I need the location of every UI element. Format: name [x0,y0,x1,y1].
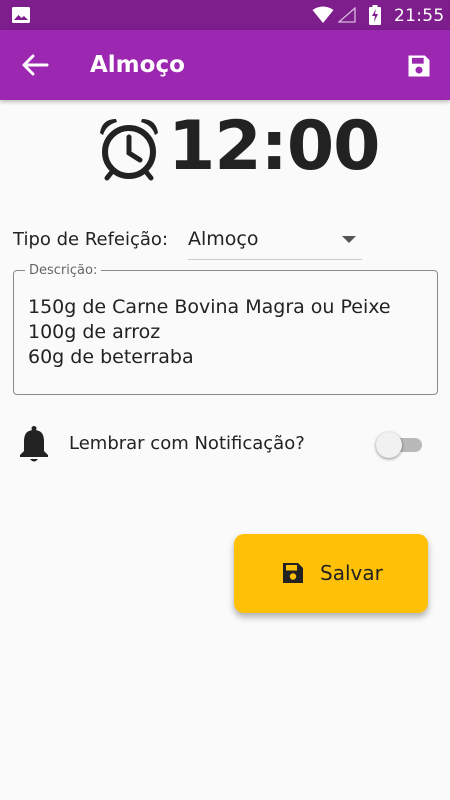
description-field[interactable]: Descrição: 150g de Carne Bovina Magra ou… [13,263,438,395]
image-icon [12,7,30,23]
description-line: 60g de beterraba [28,346,194,368]
save-icon[interactable] [405,52,433,80]
meal-time[interactable]: 12:00 [96,107,380,186]
save-button[interactable]: Salvar [234,534,428,613]
toggle-thumb [376,432,402,458]
meal-type-value: Almoço [188,228,259,250]
signal-icon [338,7,356,23]
description-text: 150g de Carne Bovina Magra ou Peixe 100g… [28,295,391,370]
notification-label: Lembrar com Notificação? [69,433,305,454]
battery-charging-icon [369,5,381,25]
dropdown-arrow-icon [342,236,356,243]
alarm-clock-icon [100,119,158,181]
status-time: 21:55 [394,6,445,26]
app-bar: Almoço [0,30,450,100]
description-line: 150g de Carne Bovina Magra ou Peixe [28,296,391,318]
description-label: Descrição: [25,263,102,278]
clock-time: 12:00 [168,107,380,186]
meal-type-label: Tipo de Refeição: [13,229,169,250]
save-icon [283,563,303,583]
save-button-label: Salvar [320,561,383,585]
notification-toggle[interactable] [376,432,422,458]
back-arrow-icon[interactable] [20,53,50,77]
page-title: Almoço [90,52,185,78]
notification-row: Lembrar com Notificação? [0,420,450,470]
description-line: 100g de arroz [28,321,161,343]
meal-type-dropdown[interactable]: Almoço [188,224,362,260]
status-bar: 21:55 [0,0,450,30]
bell-icon [20,426,48,462]
wifi-icon [312,6,334,23]
